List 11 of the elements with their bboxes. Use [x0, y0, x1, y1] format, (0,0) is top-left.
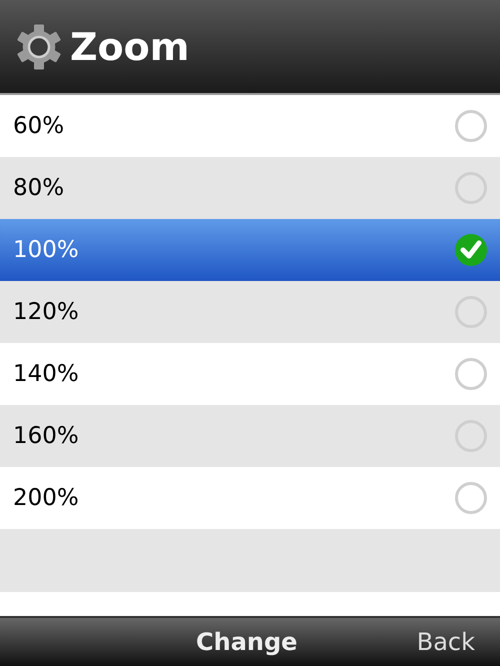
zoom-option[interactable]: 80% — [0, 157, 500, 219]
zoom-option[interactable]: 100% — [0, 219, 500, 281]
radio-button[interactable] — [454, 481, 488, 515]
check-icon — [454, 233, 488, 267]
radio-button[interactable] — [454, 357, 488, 391]
zoom-option[interactable]: 120% — [0, 281, 500, 343]
back-softkey[interactable]: Back — [416, 628, 475, 656]
window-title: Zoom — [70, 24, 190, 68]
change-softkey[interactable]: Change — [196, 628, 298, 656]
radio-button[interactable] — [454, 109, 488, 143]
zoom-option[interactable]: 160% — [0, 405, 500, 467]
